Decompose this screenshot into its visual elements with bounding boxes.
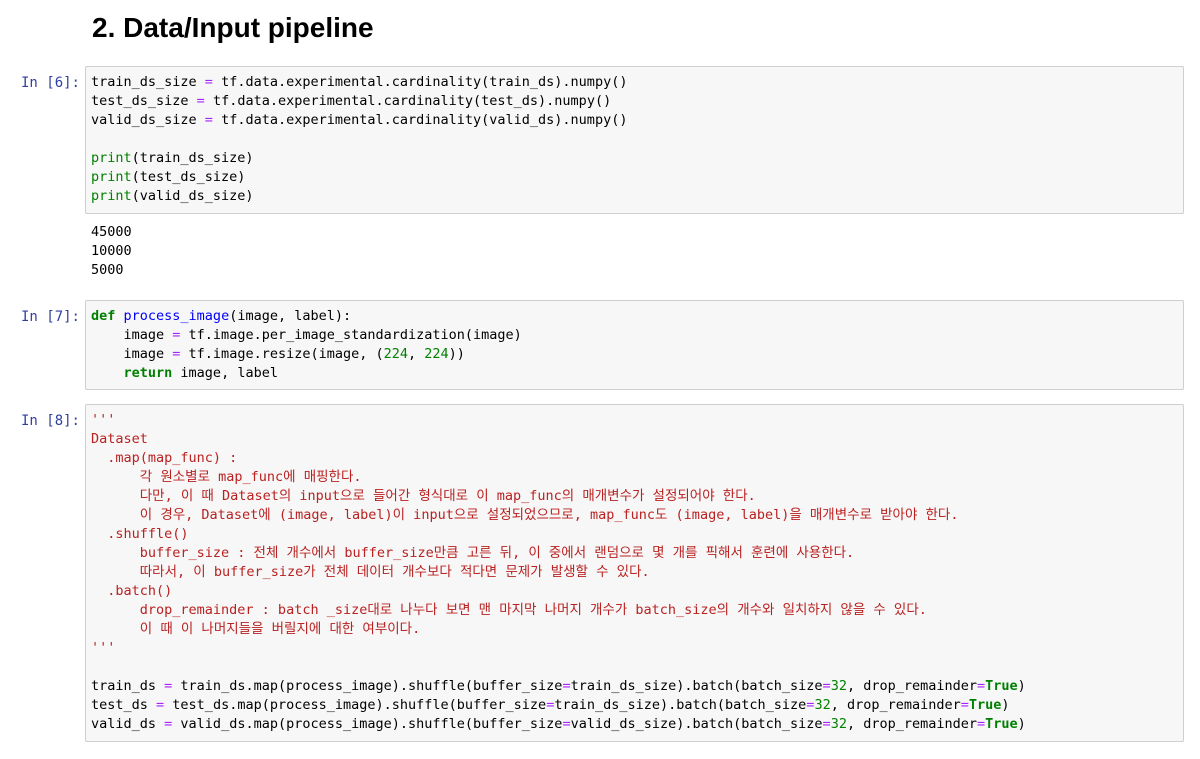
output-line: 45000 [91,224,132,240]
code-editor[interactable]: def process_image(image, label): image =… [85,300,1184,390]
output-line: 10000 [91,243,132,259]
input-prompt: In [6]: [20,75,80,91]
output-line: 5000 [91,262,124,278]
code-text: ''' Dataset .map(map_func) : 각 원소별로 map_… [91,412,1026,732]
code-text: train_ds_size = tf.data.experimental.car… [91,74,628,204]
section-heading: 2. Data/Input pipeline [92,12,374,43]
code-editor[interactable]: ''' Dataset .map(map_func) : 각 원소별로 map_… [85,404,1184,742]
code-editor[interactable]: train_ds_size = tf.data.experimental.car… [85,66,1184,214]
cell-output: 45000 10000 5000 [91,223,132,280]
code-text: def process_image(image, label): image =… [91,308,522,381]
input-prompt: In [8]: [20,413,80,429]
input-prompt: In [7]: [20,309,80,325]
